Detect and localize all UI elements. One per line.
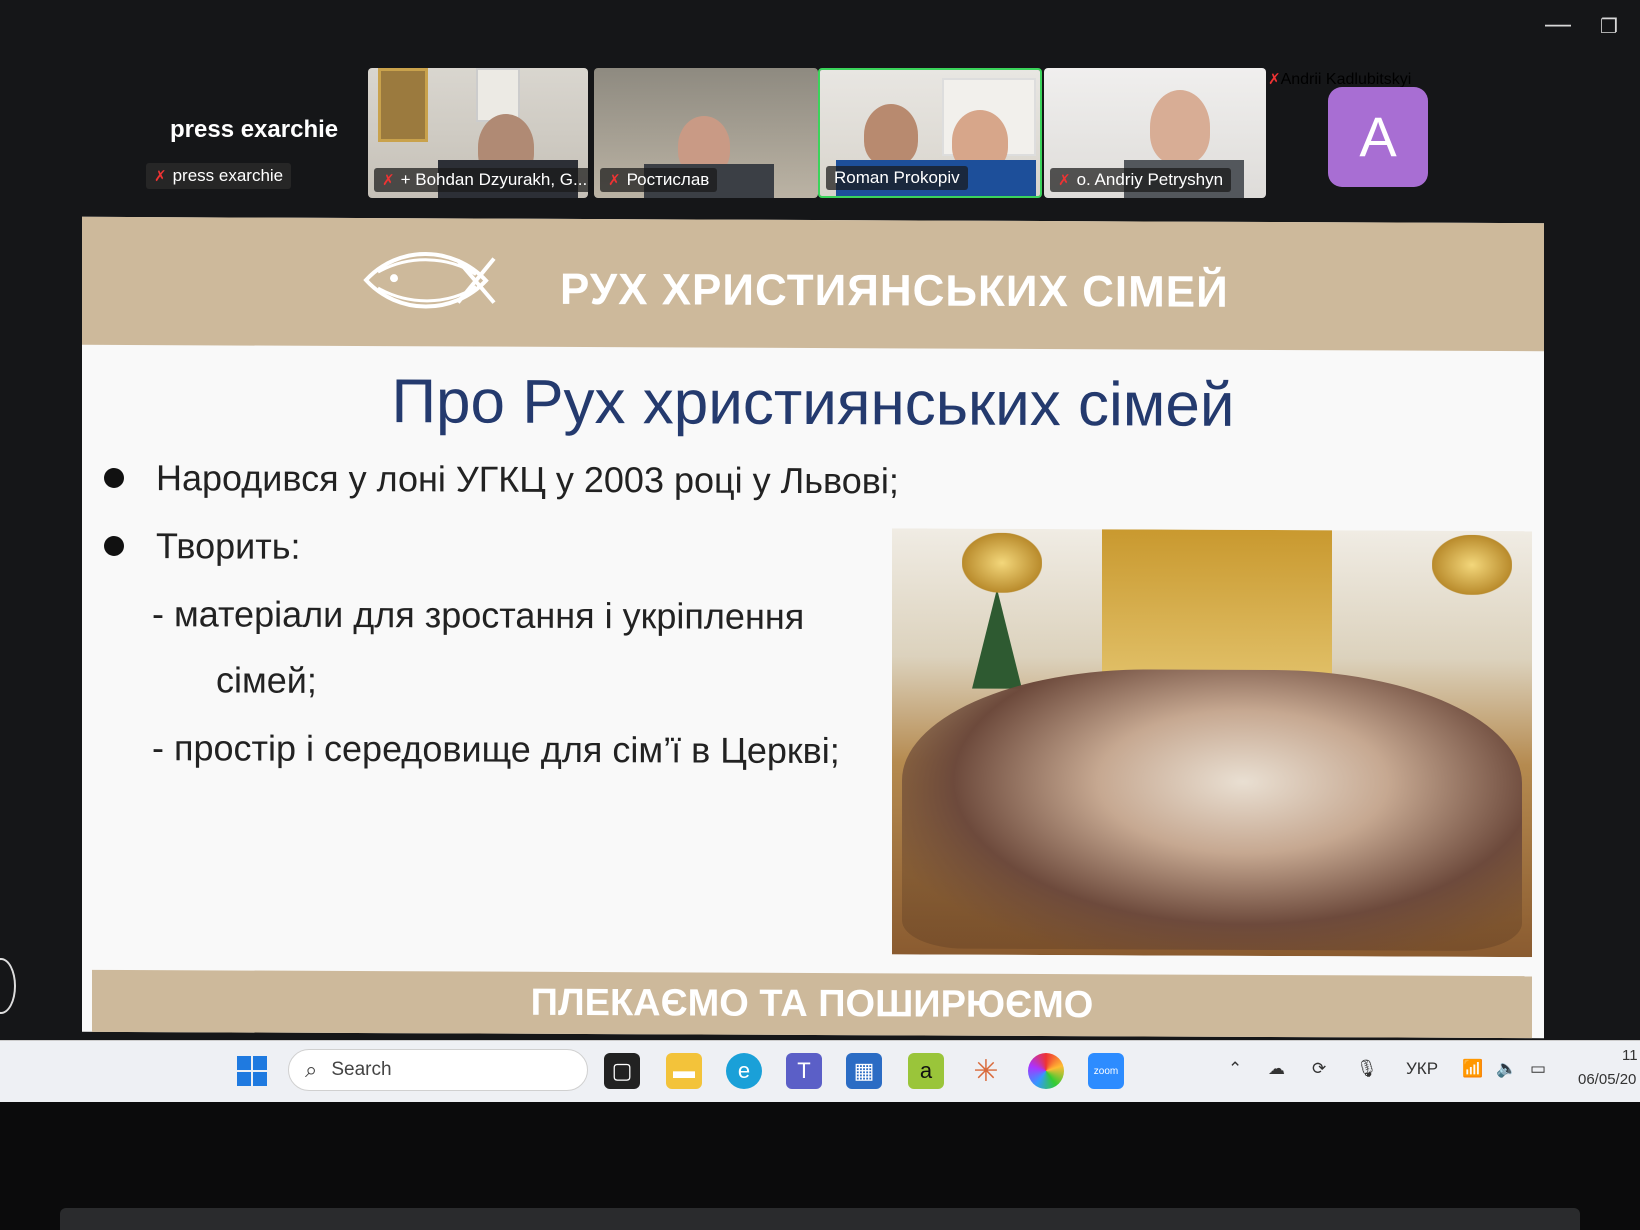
language-indicator[interactable]: УКР	[1406, 1059, 1438, 1079]
mic-muted-icon: ✗	[1268, 71, 1281, 88]
slide-header-title: РУХ ХРИСТИЯНСЬКИХ СІМЕЙ	[560, 264, 1229, 317]
mic-muted-icon: ✗	[154, 168, 167, 185]
claude-icon[interactable]: ✳	[968, 1053, 1004, 1089]
speaker-icon[interactable]: 🔈	[1496, 1059, 1517, 1079]
icon-painting	[378, 68, 428, 142]
laptop-edge	[60, 1208, 1580, 1230]
store-icon[interactable]: ▦	[846, 1053, 882, 1089]
participant-tile[interactable]: ✗ Ростислав	[594, 68, 818, 198]
mic-muted-icon: ✗	[382, 172, 395, 189]
chrome-colors-icon[interactable]	[1028, 1053, 1064, 1089]
teams-icon[interactable]: T	[786, 1053, 822, 1089]
bullet-dot-icon	[104, 535, 124, 556]
shared-slide: РУХ ХРИСТИЯНСЬКИХ СІМЕЙ Про Рух християн…	[82, 216, 1544, 1039]
self-display-name: press exarchie	[170, 116, 339, 143]
search-icon: ⌕	[305, 1057, 318, 1082]
fish-logo-icon	[363, 252, 496, 309]
participant-name-tag: ✗ + Bohdan Dzyurakh, G...	[374, 168, 588, 192]
clock-time[interactable]: 11	[1622, 1047, 1638, 1064]
participant-tile[interactable]: ✗ + Bohdan Dzyurakh, G...	[368, 68, 588, 198]
participant-tile[interactable]: A ✗Andrii Kadlubitskyi	[1268, 70, 1458, 200]
sync-icon[interactable]: ⟳	[1312, 1059, 1326, 1079]
participant-tile-active[interactable]: Roman Prokopiv	[818, 68, 1042, 198]
taskbar-search[interactable]: ⌕ Search	[288, 1049, 588, 1091]
mic-icon[interactable]: 🎙	[1356, 1059, 1378, 1079]
participant-name-tag: ✗ o. Andriy Petryshyn	[1050, 168, 1232, 192]
windows-start-icon[interactable]	[234, 1053, 270, 1089]
bullet-item: Народився у лоні УГКЦ у 2003 році у Льво…	[104, 457, 899, 502]
file-explorer-icon[interactable]: ▬	[666, 1053, 702, 1089]
participant-tile[interactable]: ✗ o. Andriy Petryshyn	[1044, 68, 1266, 198]
side-control-icon[interactable]	[0, 958, 16, 1014]
sub-item-continuation: сімей;	[216, 659, 317, 701]
task-view-icon[interactable]: ▢	[604, 1053, 640, 1089]
participant-name-tag: ✗ Ростислав	[600, 168, 718, 192]
chandelier	[962, 532, 1042, 593]
iconostasis	[1102, 529, 1332, 681]
mic-muted-icon: ✗	[1058, 172, 1071, 189]
slide-header: РУХ ХРИСТИЯНСЬКИХ СІМЕЙ	[82, 216, 1544, 352]
battery-icon[interactable]: ▭	[1530, 1059, 1546, 1079]
participant-video	[864, 104, 918, 166]
crowd	[902, 668, 1522, 952]
slide-title: Про Рух християнських сімей	[391, 367, 1235, 440]
group-photo	[892, 528, 1532, 958]
bullet-item: Творить:	[104, 525, 301, 568]
avatar: A	[1328, 87, 1428, 187]
taskbar: ⌕ Search ▢ ▬ e T ▦ a ✳ zoom ⌃ ☁ ⟳ 🎙 УКР …	[0, 1040, 1640, 1103]
zoom-icon[interactable]: zoom	[1088, 1053, 1124, 1089]
participant-video	[1150, 90, 1210, 164]
app-a-icon[interactable]: a	[908, 1053, 944, 1089]
self-name-tag: ✗ press exarchie	[146, 163, 292, 189]
wifi-icon[interactable]: 📶	[1462, 1059, 1483, 1079]
slide-footer: ПЛЕКАЄМО ТА ПОШИРЮЄМО	[92, 969, 1532, 1039]
self-tag-label: press exarchie	[172, 166, 284, 185]
restore-icon[interactable]: ❐	[1600, 14, 1618, 39]
slide-footer-text: ПЛЕКАЄМО ТА ПОШИРЮЄМО	[530, 981, 1094, 1027]
onedrive-icon[interactable]: ☁	[1268, 1059, 1285, 1079]
sub-item: - матеріали для зростання і укріплення	[152, 593, 805, 637]
edge-icon[interactable]: e	[726, 1053, 762, 1089]
minimize-icon[interactable]: —	[1545, 8, 1571, 39]
search-placeholder: Search	[331, 1059, 392, 1080]
chandelier	[1432, 534, 1512, 596]
mic-muted-icon: ✗	[608, 172, 621, 189]
clock-date[interactable]: 06/05/20	[1578, 1071, 1636, 1088]
chevron-up-icon[interactable]: ⌃	[1228, 1059, 1242, 1079]
sub-item: - простір і середовище для сім’ї в Церкв…	[152, 727, 840, 772]
screen: — ❐ press exarchie ✗ press exarchie ✗ + B…	[0, 0, 1640, 1103]
coat-of-arms	[476, 68, 520, 122]
participant-name-tag: Roman Prokopiv	[826, 166, 968, 190]
bullet-dot-icon	[104, 467, 124, 488]
